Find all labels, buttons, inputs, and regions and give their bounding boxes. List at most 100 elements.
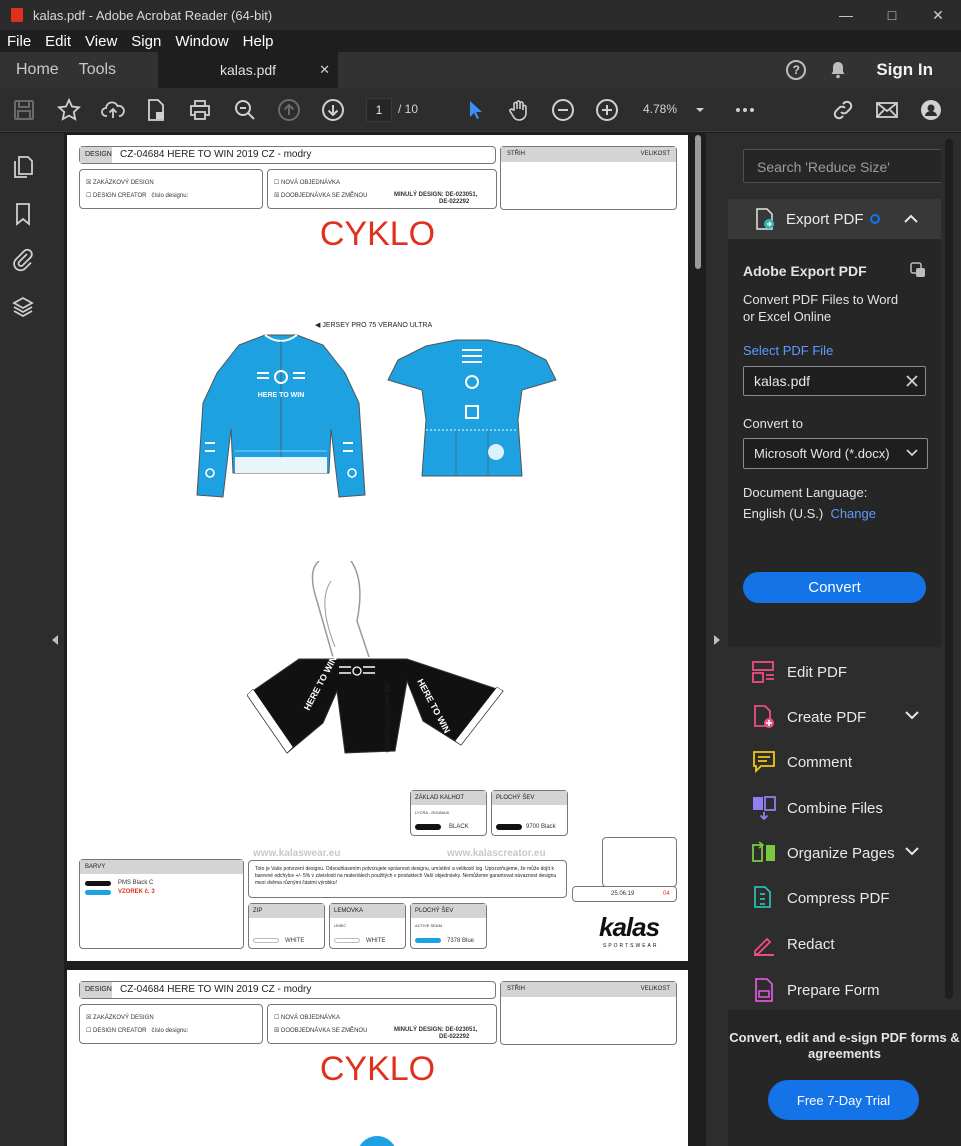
close-window-button[interactable]: ✕: [915, 0, 961, 30]
export-settings-icon[interactable]: [909, 261, 927, 279]
zoom-out-icon[interactable]: [551, 98, 575, 122]
tab-tools[interactable]: Tools: [75, 52, 132, 88]
tools-pane-scroll-thumb[interactable]: [945, 139, 953, 999]
zaklad-box: ZÁKLAD KALHOT LYCRA - ROUBAIX BLACK: [410, 790, 487, 836]
more-tools-icon[interactable]: [733, 98, 757, 122]
document-scrollbar[interactable]: [692, 133, 704, 1146]
zaklad-color: BLACK: [449, 824, 469, 830]
tool-compress-pdf[interactable]: Compress PDF: [728, 876, 961, 920]
signature-box: [602, 837, 677, 887]
print-icon[interactable]: [188, 98, 212, 122]
strih-label-2: STŘIH: [507, 986, 525, 992]
zaklad-sub: LYCRA - ROUBAIX: [415, 810, 450, 815]
select-cursor-icon[interactable]: [463, 98, 487, 122]
tool-create-pdf[interactable]: Create PDF: [728, 695, 961, 739]
document-scroll-thumb[interactable]: [695, 135, 701, 269]
menu-help[interactable]: Help: [236, 33, 281, 50]
email-icon[interactable]: [875, 98, 899, 122]
tool-prepare-form[interactable]: Prepare Form: [728, 968, 961, 1012]
menu-sign[interactable]: Sign: [124, 33, 168, 50]
pdf-page-1: DESIGN CZ-04684 HERE TO WIN 2019 CZ - mo…: [67, 135, 688, 961]
minimize-button[interactable]: —: [823, 0, 869, 30]
next-page-icon[interactable]: [321, 98, 345, 122]
zoom-dropdown-icon[interactable]: [688, 98, 712, 122]
active-seam-label: ACTIVE SEAM: [415, 923, 442, 928]
layers-icon[interactable]: [11, 295, 35, 319]
sign-in-button[interactable]: Sign In: [876, 60, 933, 80]
convert-description: Convert PDF Files to Word or Excel Onlin…: [743, 292, 899, 324]
hand-tool-icon[interactable]: [507, 98, 531, 122]
convert-format-select[interactable]: Microsoft Word (*.docx): [743, 438, 928, 469]
tab-document-label: kalas.pdf: [220, 62, 277, 78]
menu-edit[interactable]: Edit: [38, 33, 78, 50]
save-icon[interactable]: [12, 98, 36, 122]
menu-view[interactable]: View: [78, 33, 124, 50]
tool-edit-pdf[interactable]: Edit PDF: [728, 650, 961, 694]
select-pdf-file-link[interactable]: Select PDF File: [743, 342, 833, 359]
left-panel-toggle[interactable]: [46, 133, 64, 1146]
tool-organize-pages[interactable]: Organize Pages: [728, 831, 961, 875]
design-value: CZ-04684 HERE TO WIN 2019 CZ - modry: [120, 149, 312, 160]
notification-bell-icon[interactable]: [828, 60, 848, 80]
jersey-front-drawing: HERE TO WIN: [196, 334, 366, 498]
upload-cloud-icon[interactable]: [101, 98, 125, 122]
search-icon[interactable]: [233, 98, 257, 122]
bookmark-star-icon[interactable]: [57, 98, 81, 122]
minuly-design-2: DE-022292: [439, 199, 470, 205]
jersey-back-drawing: [387, 339, 557, 477]
cyklo-heading-2: CYKLO: [319, 1050, 436, 1088]
tool-label-compress-pdf: Compress PDF: [787, 889, 890, 907]
convert-button[interactable]: Convert: [743, 572, 926, 603]
tool-label-create-pdf: Create PDF: [787, 708, 867, 726]
tool-combine-files[interactable]: Combine Files: [728, 786, 961, 830]
zoom-in-icon[interactable]: [595, 98, 619, 122]
tools-pane-scrollbar[interactable]: [941, 133, 961, 1010]
zoom-level[interactable]: 4.78%: [643, 102, 677, 116]
tool-label-edit-pdf: Edit PDF: [787, 663, 848, 681]
tool-comment[interactable]: Comment: [728, 740, 961, 784]
menu-file[interactable]: File: [0, 33, 38, 50]
free-trial-button[interactable]: Free 7-Day Trial: [768, 1080, 919, 1120]
bookmarks-icon[interactable]: [11, 202, 35, 226]
attachments-icon[interactable]: [11, 248, 35, 272]
minuly-design-2-p2: DE-022292: [439, 1034, 470, 1040]
window-controls: — □ ✕: [823, 0, 961, 30]
protect-file-icon[interactable]: [144, 98, 168, 122]
selected-file-field[interactable]: kalas.pdf: [743, 366, 926, 396]
create-pdf-icon: [754, 705, 774, 728]
compress-pdf-icon: [754, 886, 771, 908]
convert-to-label: Convert to: [743, 416, 803, 431]
close-tab-icon[interactable]: ✕: [319, 62, 330, 78]
previous-page-icon[interactable]: [277, 98, 301, 122]
plochy2-color: 7378 Blue: [447, 938, 475, 944]
tool-label-prepare-form: Prepare Form: [787, 981, 880, 999]
organize-pages-chevron-icon[interactable]: [905, 847, 919, 856]
document-viewport[interactable]: DESIGN CZ-04684 HERE TO WIN 2019 CZ - mo…: [64, 133, 706, 1146]
clear-file-icon[interactable]: [906, 375, 918, 387]
page-thumbnails-icon[interactable]: [11, 155, 35, 179]
right-panel-toggle[interactable]: [706, 133, 728, 1146]
change-language-link[interactable]: Change: [830, 506, 876, 521]
plochy-box: PLOCHÝ ŠEV 9700 Black: [491, 790, 568, 836]
velikost-label-2: VELIKOST: [640, 986, 670, 992]
tool-redact[interactable]: Redact: [728, 922, 961, 966]
maximize-button[interactable]: □: [869, 0, 915, 30]
collapse-right-icon: [714, 634, 720, 645]
page-number-input[interactable]: 1: [366, 98, 392, 122]
design-type-box-2: ☒ ZAKÁZKOVÝ DESIGN ☐ DESIGN CREATOR čísl…: [79, 1004, 263, 1044]
tab-home[interactable]: Home: [0, 52, 75, 88]
tab-document[interactable]: kalas.pdf ✕: [158, 52, 339, 88]
share-link-icon[interactable]: [831, 98, 855, 122]
doobjednavka-checkbox: ☒ DOOBJEDNÁVKA SE ZMĚNOU: [274, 193, 368, 199]
export-pdf-panel: Adobe Export PDF Convert PDF Files to Wo…: [728, 239, 961, 647]
help-icon[interactable]: ?: [786, 60, 807, 80]
zip-label: ZIP: [249, 904, 324, 918]
create-pdf-chevron-icon[interactable]: [905, 711, 919, 720]
share-user-icon[interactable]: [919, 98, 943, 122]
tools-search-input[interactable]: Search 'Reduce Size': [743, 149, 943, 183]
zip-box: ZIP WHITE: [248, 903, 325, 949]
export-pdf-header[interactable]: Export PDF: [728, 199, 961, 239]
chevron-up-icon[interactable]: [903, 214, 918, 224]
menu-window[interactable]: Window: [168, 33, 235, 50]
page-total: / 10: [398, 102, 419, 116]
